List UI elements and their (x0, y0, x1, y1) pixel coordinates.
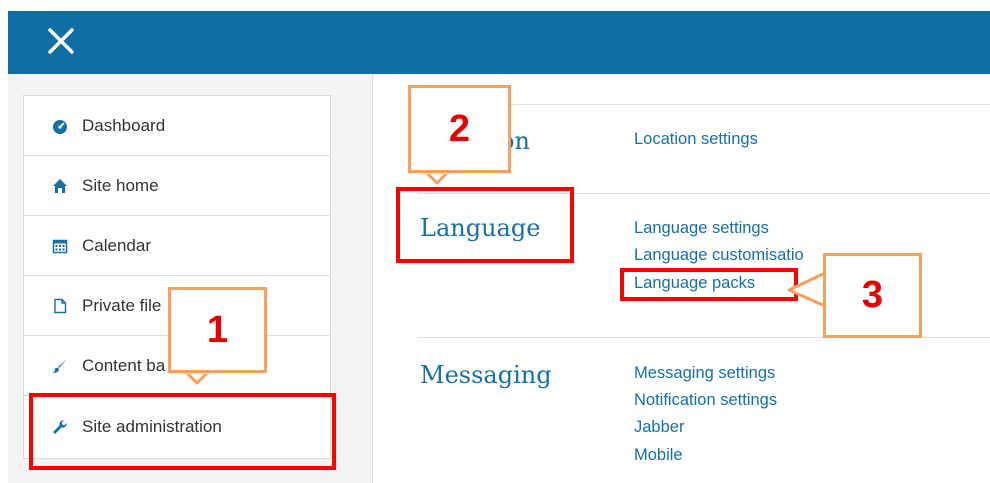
sidebar-item-site-home[interactable]: Site home (24, 156, 330, 216)
sidebar-item-label: Private file (82, 295, 162, 315)
mobile-link[interactable]: Mobile (634, 446, 683, 465)
sidebar-item-calendar[interactable]: Calendar (24, 216, 330, 276)
close-button[interactable] (45, 25, 77, 57)
sidebar-item-label: Dashboard (82, 115, 166, 135)
sidebar-item-label: Content ba (82, 355, 166, 375)
callout-1: 1 (168, 287, 267, 373)
language-customisation-link[interactable]: Language customisatio (634, 246, 804, 265)
sidebar-item-dashboard[interactable]: Dashboard (24, 96, 330, 156)
highlight-language-heading (396, 187, 574, 263)
callout-2: 2 (408, 85, 511, 173)
brush-icon (52, 358, 68, 374)
close-icon (48, 28, 74, 54)
top-bar (8, 11, 990, 74)
language-settings-link[interactable]: Language settings (634, 219, 769, 238)
location-settings-link[interactable]: Location settings (634, 130, 758, 149)
notification-settings-link[interactable]: Notification settings (634, 391, 777, 410)
dashboard-icon (52, 118, 68, 134)
section-heading-messaging: Messaging (420, 361, 552, 389)
calendar-icon (52, 238, 68, 254)
messaging-settings-link[interactable]: Messaging settings (634, 364, 775, 383)
sidebar-divider (372, 74, 373, 483)
jabber-link[interactable]: Jabber (634, 418, 684, 437)
highlight-language-packs (620, 268, 798, 301)
file-icon (52, 298, 68, 314)
sidebar-item-label: Calendar (82, 235, 151, 255)
home-icon (52, 178, 68, 194)
highlight-site-administration (29, 393, 336, 470)
sidebar-item-label: Site home (82, 175, 159, 195)
callout-3: 3 (823, 253, 922, 338)
